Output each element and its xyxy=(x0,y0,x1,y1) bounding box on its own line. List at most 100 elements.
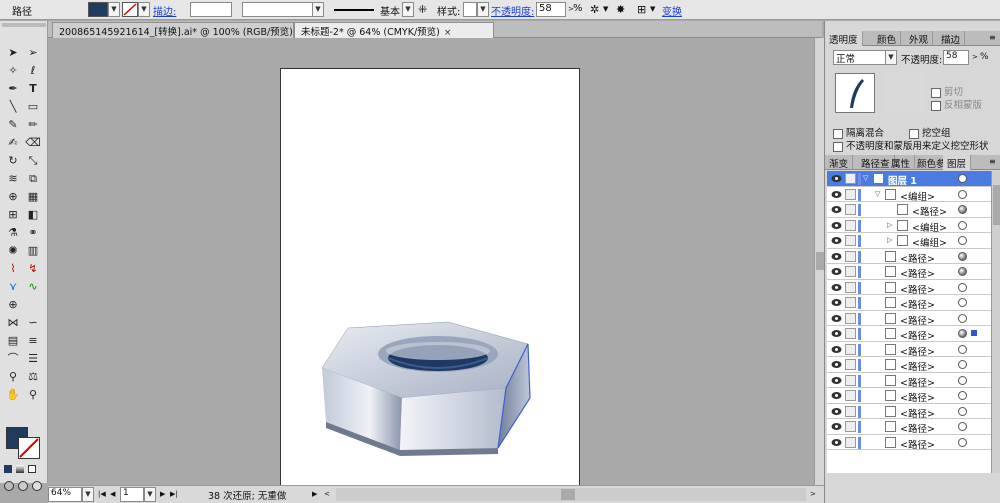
target-circle-icon[interactable] xyxy=(958,189,967,199)
last-artboard-icon[interactable]: ▶| xyxy=(170,490,178,498)
color-mode-icon[interactable] xyxy=(4,465,12,473)
draw-behind-icon[interactable] xyxy=(18,481,28,491)
target-circle-icon[interactable] xyxy=(958,236,967,245)
lock-toggle[interactable] xyxy=(845,343,856,355)
lock-toggle[interactable] xyxy=(845,328,856,339)
none-mode-icon[interactable] xyxy=(28,465,36,473)
visibility-eye-icon[interactable] xyxy=(831,174,842,183)
target-circle-icon[interactable] xyxy=(958,267,967,276)
width-tool-icon[interactable]: ⌇ xyxy=(4,261,22,277)
hscroll-right-icon[interactable]: > xyxy=(810,490,816,498)
lock-toggle[interactable] xyxy=(845,188,856,200)
lock-toggle[interactable] xyxy=(845,374,856,386)
perspective-grid-tool-icon[interactable]: ▦ xyxy=(24,189,42,205)
opacity-mask-checkbox[interactable] xyxy=(833,141,843,152)
lock-toggle[interactable] xyxy=(845,312,856,324)
bar-graph-tool-icon[interactable]: ☰ xyxy=(24,351,42,367)
tab-color[interactable]: 颜色 xyxy=(873,31,902,46)
layer-row[interactable]: <路径> xyxy=(827,388,991,404)
target-circle-icon[interactable] xyxy=(958,298,967,307)
layer-row[interactable]: <路径> xyxy=(827,264,991,280)
knockout-group-option[interactable]: 挖空组 xyxy=(909,125,951,139)
target-circle-icon[interactable] xyxy=(958,406,967,416)
target-circle-icon[interactable] xyxy=(958,360,967,369)
tab-gradient[interactable]: 渐变 xyxy=(825,155,854,170)
blend-mode-arrow[interactable]: ▼ xyxy=(885,50,897,65)
scissors-tool-icon[interactable]: ∽ xyxy=(24,315,42,331)
profile-dropdown-arrow[interactable]: ▼ xyxy=(312,2,324,17)
zoom-dropdown-arrow[interactable]: ▼ xyxy=(82,487,94,502)
shape-builder-tool-icon[interactable]: ⊕ xyxy=(4,189,22,205)
tab-attributes[interactable]: 属性 xyxy=(887,155,916,170)
lock-toggle[interactable] xyxy=(845,204,856,215)
horizontal-scrollbar[interactable] xyxy=(336,488,806,501)
target-circle-icon[interactable] xyxy=(958,422,967,431)
isolate-blending-checkbox[interactable] xyxy=(833,128,843,139)
canvas-vertical-scrollbar[interactable] xyxy=(814,38,824,485)
layer-row-selected[interactable]: ▽ 图层 1 xyxy=(827,171,991,187)
blend-tool-icon[interactable]: ⚭ xyxy=(24,225,42,241)
magic-wand-tool-icon[interactable]: ✧ xyxy=(4,63,22,79)
mesh-tool-icon[interactable]: ⊞ xyxy=(4,207,22,223)
selection-tool-icon[interactable]: ➤ xyxy=(4,45,22,61)
lock-toggle[interactable] xyxy=(845,219,856,231)
expand-triangle-icon[interactable]: ▷ xyxy=(887,236,892,244)
visibility-eye-icon[interactable] xyxy=(831,252,842,261)
visibility-eye-icon[interactable] xyxy=(831,360,842,369)
blob-brush-tool-icon[interactable]: ✍ xyxy=(4,135,22,151)
stacked-graph-tool-icon[interactable]: ≡ xyxy=(24,333,42,349)
align-arrow-icon[interactable]: ▼ xyxy=(650,5,655,13)
layer-row[interactable]: <路径> xyxy=(827,295,991,311)
fill-swatch[interactable] xyxy=(88,2,108,17)
slice-tool-icon[interactable]: ⋈ xyxy=(4,315,22,331)
eyedropper2-tool-icon[interactable]: ⚲ xyxy=(4,369,22,385)
panel-menu-icon[interactable]: ≡ xyxy=(989,33,996,42)
eraser-tool-icon[interactable]: ⌫ xyxy=(24,135,42,151)
recolor-icon[interactable]: ✲ xyxy=(590,3,599,16)
lock-toggle[interactable] xyxy=(845,359,856,370)
layer-row[interactable]: <路径> xyxy=(827,404,991,420)
layers-scroll-thumb[interactable] xyxy=(993,185,1000,225)
tab-transparency[interactable]: 透明度 xyxy=(825,31,863,46)
zoom-field[interactable]: 64% xyxy=(48,487,82,502)
visibility-eye-icon[interactable] xyxy=(831,236,842,245)
close-icon[interactable]: × xyxy=(444,28,452,38)
lock-toggle[interactable] xyxy=(845,173,856,184)
graph-tool-icon[interactable]: ▥ xyxy=(24,243,42,259)
visibility-eye-icon[interactable] xyxy=(831,376,842,385)
lock-toggle[interactable] xyxy=(845,250,856,262)
visibility-eye-icon[interactable] xyxy=(831,283,842,292)
layer-row[interactable]: <路径> xyxy=(827,326,991,342)
stroke-link[interactable]: 描边: xyxy=(153,3,176,18)
pen-tool-icon[interactable]: ✒ xyxy=(4,81,22,97)
layer-row[interactable]: <路径> xyxy=(827,249,991,265)
visibility-eye-icon[interactable] xyxy=(831,221,842,230)
lasso-tool-icon[interactable]: ℓ xyxy=(24,63,42,79)
lock-toggle[interactable] xyxy=(845,235,856,246)
invert-mask-checkbox[interactable] xyxy=(931,100,941,111)
opacity-mask-option[interactable]: 不透明度和蒙版用来定义挖空形状 xyxy=(833,138,989,152)
target-circle-icon[interactable] xyxy=(958,174,967,183)
lock-toggle[interactable] xyxy=(845,405,856,417)
tools-grip[interactable] xyxy=(2,23,46,27)
artboard-tool-icon[interactable]: ⊕ xyxy=(4,297,22,313)
target-circle-icon[interactable] xyxy=(958,437,967,447)
tab-document-2[interactable]: 未标题-2* @ 64% (CMYK/预览) × xyxy=(294,22,494,38)
align-icon[interactable]: ⊞ xyxy=(637,3,646,16)
layer-row[interactable]: <路径> xyxy=(827,280,991,296)
type-tool-icon[interactable]: T xyxy=(24,81,42,97)
lock-toggle[interactable] xyxy=(845,297,856,308)
visibility-eye-icon[interactable] xyxy=(831,345,842,354)
canvas-area[interactable] xyxy=(48,38,814,488)
paintbrush-tool-icon[interactable]: ✎ xyxy=(4,117,22,133)
style-dropdown-arrow[interactable]: ▼ xyxy=(477,2,489,17)
stroke-color-swatch[interactable] xyxy=(18,437,40,459)
screen-mode-icon[interactable] xyxy=(32,481,42,491)
tab-layers[interactable]: 图层 xyxy=(943,155,972,170)
target-circle-icon[interactable] xyxy=(958,344,967,354)
lock-toggle[interactable] xyxy=(845,436,856,448)
target-circle-icon[interactable] xyxy=(958,391,967,400)
anchor-tool-icon[interactable]: ⋎ xyxy=(4,279,22,295)
curvature-tool-icon[interactable]: ∿ xyxy=(24,279,42,295)
visibility-eye-icon[interactable] xyxy=(831,438,842,447)
